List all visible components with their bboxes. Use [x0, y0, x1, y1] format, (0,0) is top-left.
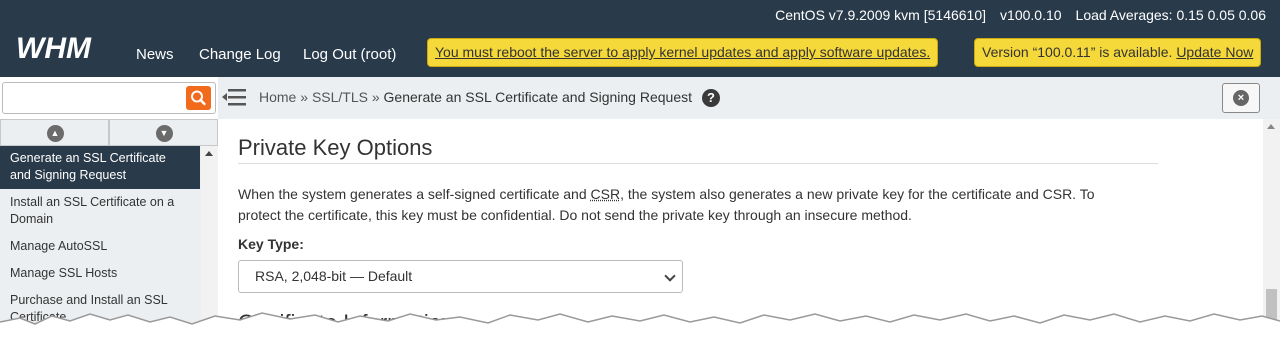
- logo-text: WHM: [16, 32, 92, 64]
- search-input[interactable]: [2, 82, 216, 114]
- update-now-link[interactable]: Update Now: [1176, 44, 1253, 60]
- sidebar-scroll-up-button[interactable]: ▲: [0, 119, 109, 146]
- sidebar-scroll-down-button[interactable]: ▼: [109, 119, 218, 146]
- breadcrumb: Home » SSL/TLS » Generate an SSL Certifi…: [259, 89, 692, 105]
- torn-edge-decoration: [0, 312, 1280, 341]
- breadcrumb-section[interactable]: SSL/TLS: [312, 89, 368, 105]
- help-icon[interactable]: ?: [702, 89, 720, 107]
- key-type-value: RSA, 2,048-bit — Default: [255, 268, 413, 284]
- chevron-down-icon: [664, 270, 676, 282]
- chevron-down-icon: ▼: [155, 124, 173, 142]
- sidebar-item-generate-ssl[interactable]: Generate an SSL Certificate and Signing …: [0, 146, 200, 189]
- update-notice: Version “100.0.11” is available. Update …: [974, 38, 1262, 67]
- close-button[interactable]: ×: [1222, 83, 1260, 113]
- sidebar-item-install-ssl[interactable]: Install an SSL Certificate on a Domain: [0, 194, 200, 228]
- description-part: When the system generates a self-signed …: [238, 186, 591, 202]
- menu-collapse-icon[interactable]: [222, 87, 248, 107]
- breadcrumb-separator: »: [300, 89, 309, 105]
- nav-news[interactable]: News: [136, 46, 174, 63]
- chevron-up-icon: ▲: [46, 124, 64, 142]
- reboot-notice-text[interactable]: You must reboot the server to apply kern…: [435, 44, 930, 60]
- sidebar-item-manage-autossl[interactable]: Manage AutoSSL: [0, 238, 200, 255]
- sidebar-arrows: ▲ ▼: [0, 119, 218, 146]
- description-text: When the system generates a self-signed …: [238, 184, 1138, 226]
- csr-abbreviation: CSR: [590, 186, 621, 202]
- search-icon: [191, 90, 206, 106]
- system-info: CentOS v7.9.2009 kvm [5146610] v100.0.10 L…: [761, 7, 1266, 23]
- divider: [238, 163, 1158, 164]
- update-notice-text: Version “100.0.11” is available.: [982, 44, 1173, 60]
- breadcrumb-home[interactable]: Home: [259, 89, 296, 105]
- load-averages: Load Averages: 0.15 0.05 0.06: [1075, 7, 1266, 23]
- nav-log-out[interactable]: Log Out (root): [303, 46, 396, 63]
- os-info: CentOS v7.9.2009 kvm [5146610]: [775, 7, 987, 23]
- key-type-select[interactable]: RSA, 2,048-bit — Default: [238, 260, 683, 293]
- sidebar-item-manage-ssl-hosts[interactable]: Manage SSL Hosts: [0, 265, 200, 282]
- search-button[interactable]: [186, 86, 211, 110]
- scroll-up-arrow-icon[interactable]: [205, 151, 213, 156]
- key-type-label: Key Type:: [238, 236, 304, 252]
- scroll-up-arrow-icon[interactable]: [1267, 124, 1275, 129]
- breadcrumb-current: Generate an SSL Certificate and Signing …: [383, 89, 692, 105]
- reboot-notice[interactable]: You must reboot the server to apply kern…: [427, 38, 939, 67]
- breadcrumb-separator: »: [371, 89, 380, 105]
- nav-change-log[interactable]: Change Log: [199, 46, 281, 63]
- version-info: v100.0.10: [1000, 7, 1062, 23]
- close-icon: ×: [1233, 90, 1249, 106]
- section-title: Private Key Options: [238, 135, 433, 160]
- whm-logo[interactable]: WHM: [14, 30, 118, 64]
